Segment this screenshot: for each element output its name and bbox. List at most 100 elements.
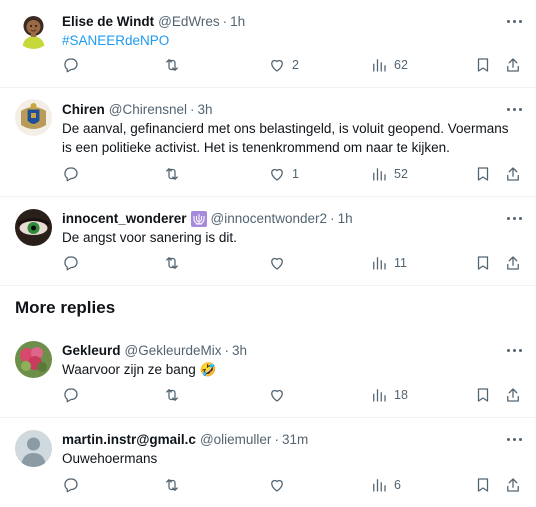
share-button[interactable] <box>504 55 522 75</box>
bookmark-button[interactable] <box>474 164 492 184</box>
share-button[interactable] <box>504 475 522 495</box>
share-button[interactable] <box>504 164 522 184</box>
bookmark-button[interactable] <box>474 55 492 75</box>
avatar[interactable] <box>15 430 52 467</box>
share-icon <box>507 58 519 72</box>
retweet-button[interactable] <box>163 385 181 405</box>
view-count: 52 <box>394 167 408 181</box>
tweet-header: Chiren @Chirensnel · 3h <box>62 100 213 120</box>
tweet-text: #SANEERdeNPO <box>62 31 522 50</box>
retweet-button[interactable] <box>163 55 181 75</box>
default-avatar-icon <box>15 430 52 467</box>
reply-button[interactable] <box>62 164 80 184</box>
more-options-icon[interactable] <box>504 343 524 357</box>
separator: · <box>274 432 279 447</box>
tweet-actions: 1 52 <box>62 164 526 184</box>
bar-chart-icon <box>373 479 386 492</box>
tweet-header: innocent_wonderer @innocentwonder2 · 1h <box>62 209 353 229</box>
tweet-header: Gekleurd @GekleurdeMix · 3h <box>62 341 247 361</box>
tweet-text: De angst voor sanering is dit. <box>62 230 237 245</box>
reply-button[interactable] <box>62 475 80 495</box>
user-handle[interactable]: @innocentwonder2 <box>211 209 328 229</box>
timestamp[interactable]: 31m <box>282 430 308 450</box>
tweet[interactable]: Chiren @Chirensnel · 3h De aanval, gefin… <box>0 88 536 197</box>
timestamp[interactable]: 1h <box>230 12 245 32</box>
hashtag-link[interactable]: #SANEERdeNPO <box>62 33 169 48</box>
bar-chart-icon <box>373 59 386 72</box>
eye-avatar-icon <box>15 209 52 246</box>
retweet-icon <box>166 389 178 401</box>
reply-button[interactable] <box>62 253 80 273</box>
reply-icon <box>64 388 78 403</box>
user-handle[interactable]: @Chirensnel <box>109 100 187 120</box>
bar-chart-icon <box>373 389 386 402</box>
reply-icon <box>64 478 78 493</box>
bookmark-button[interactable] <box>474 385 492 405</box>
share-icon <box>507 478 519 492</box>
timestamp[interactable]: 3h <box>198 100 213 120</box>
retweet-icon <box>166 257 178 269</box>
user-handle[interactable]: @oliemuller <box>200 430 271 450</box>
avatar[interactable] <box>15 341 52 378</box>
retweet-icon <box>166 59 178 71</box>
views-button[interactable]: 6 <box>370 475 401 495</box>
view-count: 18 <box>394 388 408 402</box>
heart-icon <box>271 168 283 181</box>
bookmark-button[interactable] <box>474 475 492 495</box>
heart-icon <box>271 257 283 270</box>
tweet[interactable]: innocent_wonderer @innocentwonder2 · 1h … <box>0 197 536 285</box>
retweet-button[interactable] <box>163 253 181 273</box>
avatar[interactable] <box>15 12 52 49</box>
display-name[interactable]: martin.instr@gmail.c <box>62 430 196 450</box>
user-handle[interactable]: @GekleurdeMix <box>125 341 222 361</box>
view-count: 11 <box>394 256 407 270</box>
bookmark-icon <box>477 478 489 492</box>
views-button[interactable]: 62 <box>370 55 408 75</box>
tweet-actions: 2 62 <box>62 55 526 75</box>
display-name[interactable]: Elise de Windt <box>62 12 154 32</box>
bookmark-icon <box>477 256 489 270</box>
display-name[interactable]: Chiren <box>62 100 105 120</box>
reply-button[interactable] <box>62 385 80 405</box>
user-handle[interactable]: @EdWres <box>158 12 219 32</box>
view-count: 62 <box>394 58 408 72</box>
separator: · <box>190 102 195 117</box>
like-button[interactable]: 1 <box>268 164 299 184</box>
share-button[interactable] <box>504 253 522 273</box>
tweet-actions: 18 <box>62 385 526 405</box>
tweet[interactable]: Gekleurd @GekleurdeMix · 3h Waarvoor zij… <box>0 329 536 418</box>
bookmark-icon <box>477 388 489 402</box>
timestamp[interactable]: 1h <box>338 209 353 229</box>
timestamp[interactable]: 3h <box>232 341 247 361</box>
like-button[interactable] <box>268 253 286 273</box>
like-button[interactable] <box>268 385 286 405</box>
reply-button[interactable] <box>62 55 80 75</box>
like-button[interactable]: 2 <box>268 55 299 75</box>
more-options-icon[interactable] <box>504 14 524 28</box>
more-replies-heading: More replies <box>15 298 116 317</box>
views-button[interactable]: 11 <box>370 253 407 273</box>
more-options-icon[interactable] <box>504 102 524 116</box>
like-button[interactable] <box>268 475 286 495</box>
tweet[interactable]: martin.instr@gmail.c @oliemuller · 31m O… <box>0 418 536 507</box>
separator: · <box>330 211 335 226</box>
share-icon <box>507 256 519 270</box>
rofl-emoji: 🤣 <box>199 362 217 377</box>
avatar[interactable] <box>15 99 52 136</box>
separator: · <box>222 14 228 29</box>
tweet[interactable]: Elise de Windt @EdWres · 1h #SANEERdeNPO… <box>0 0 536 88</box>
views-button[interactable]: 18 <box>370 385 408 405</box>
bookmark-button[interactable] <box>474 253 492 273</box>
display-name[interactable]: innocent_wonderer <box>62 209 187 229</box>
avatar[interactable] <box>15 209 52 246</box>
more-options-icon[interactable] <box>504 211 524 225</box>
more-options-icon[interactable] <box>504 432 524 446</box>
reply-timeline: Elise de Windt @EdWres · 1h #SANEERdeNPO… <box>0 0 536 507</box>
menorah-icon <box>190 211 207 227</box>
views-button[interactable]: 52 <box>370 164 408 184</box>
flower-avatar-icon <box>15 341 52 378</box>
share-button[interactable] <box>504 385 522 405</box>
display-name[interactable]: Gekleurd <box>62 341 121 361</box>
retweet-button[interactable] <box>163 164 181 184</box>
retweet-button[interactable] <box>163 475 181 495</box>
